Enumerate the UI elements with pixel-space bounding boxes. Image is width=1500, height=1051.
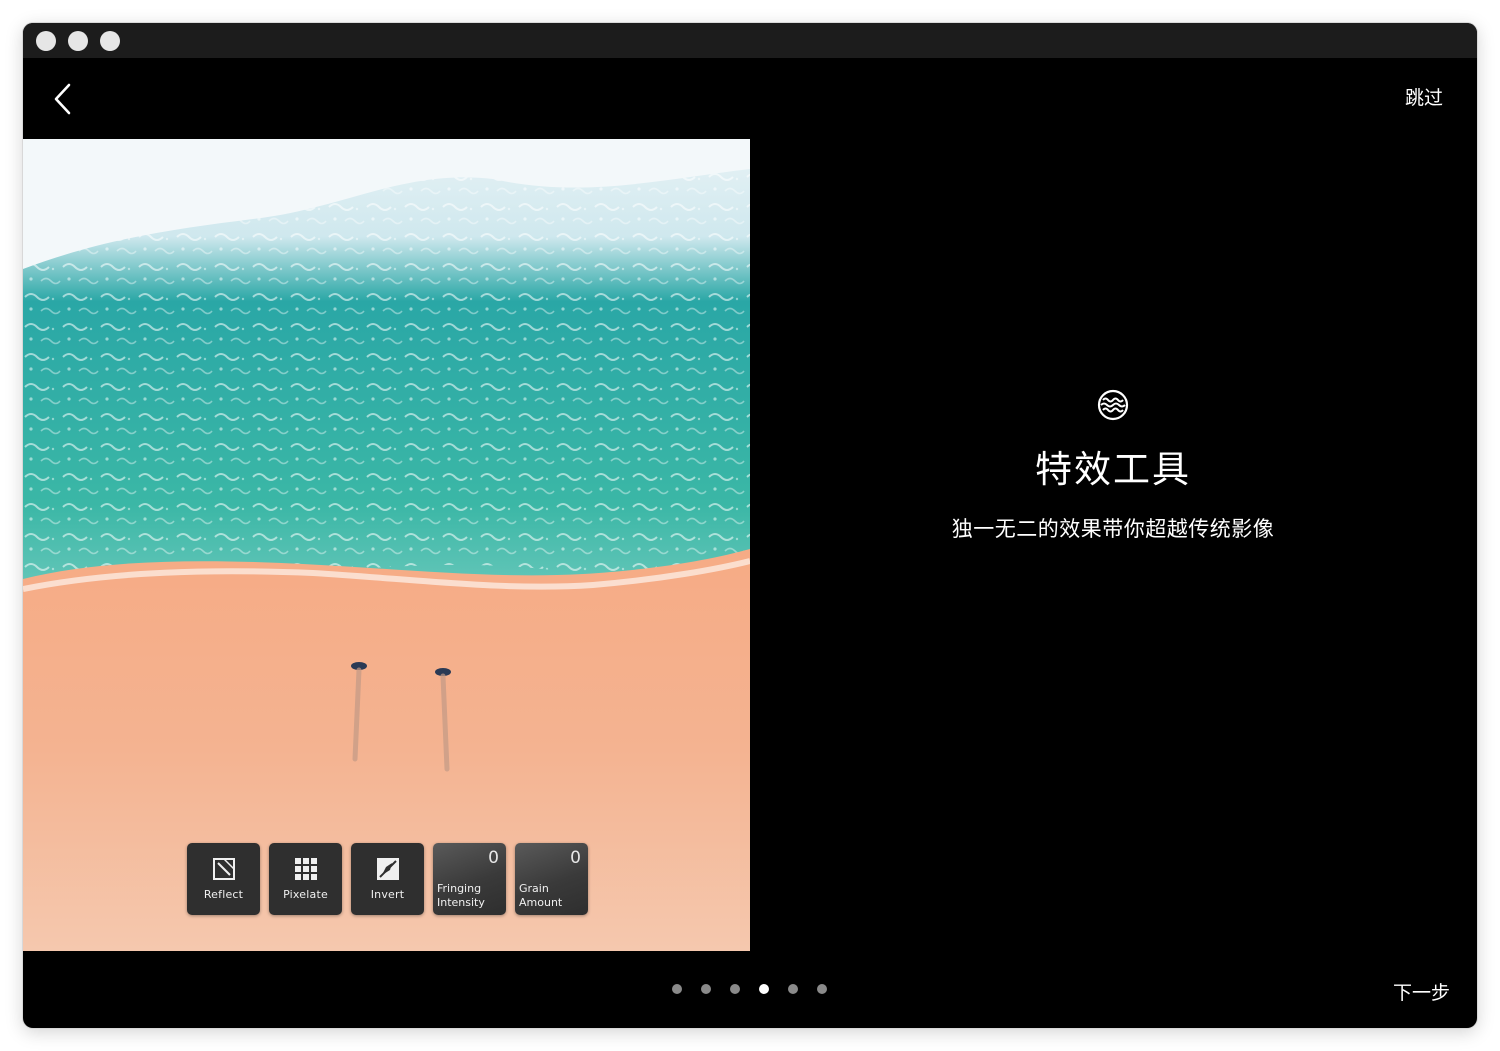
feature-subtitle: 独一无二的效果带你超越传统影像 [951, 517, 1275, 541]
reflect-label: Reflect [203, 888, 244, 901]
page-dot-5[interactable] [788, 984, 798, 994]
fringing-label-line2: Intensity [437, 896, 485, 909]
page-dot-4[interactable] [759, 984, 769, 994]
skip-button[interactable]: 跳过 [1405, 83, 1443, 110]
pixelate-label: Pixelate [283, 888, 328, 901]
grid-icon [294, 858, 317, 880]
fringing-intensity-slider[interactable]: 0 Fringing Intensity [433, 843, 506, 915]
minimize-window-button[interactable] [68, 31, 88, 51]
grain-amount-value: 0 [570, 848, 581, 868]
pixelate-button[interactable]: Pixelate [269, 843, 342, 915]
page-dot-2[interactable] [701, 984, 711, 994]
grain-label-line1: Grain [519, 882, 549, 895]
reflect-button[interactable]: Reflect [187, 843, 260, 915]
page-dot-3[interactable] [730, 984, 740, 994]
zoom-window-button[interactable] [100, 31, 120, 51]
grain-amount-label: Grain Amount [519, 882, 562, 910]
fringing-intensity-label: Fringing Intensity [437, 882, 485, 910]
grain-label-line2: Amount [519, 896, 563, 909]
feature-intro: 特效工具 独一无二的效果带你超越传统影像 [813, 389, 1413, 543]
fringing-intensity-value: 0 [488, 848, 499, 868]
close-window-button[interactable] [36, 31, 56, 51]
title-bar [23, 23, 1477, 58]
sample-photo: Reflect Pixelate Invert 0 Fringing Inten… [23, 139, 750, 951]
invert-icon [376, 858, 399, 880]
onboarding-window: 跳过 Reflect Pixelate Invert 0 Fringing In… [23, 23, 1477, 1028]
reflect-icon [212, 858, 235, 880]
invert-label: Invert [370, 888, 405, 901]
page-dot-6[interactable] [817, 984, 827, 994]
waves-icon [1097, 389, 1129, 421]
back-button[interactable] [49, 81, 79, 117]
fringing-label-line1: Fringing [437, 882, 482, 895]
chevron-left-icon [54, 83, 71, 115]
next-button[interactable]: 下一步 [1393, 978, 1450, 1005]
beach-aerial-photo [23, 139, 750, 951]
grain-amount-slider[interactable]: 0 Grain Amount [515, 843, 588, 915]
page-indicator [672, 984, 827, 994]
page-dot-1[interactable] [672, 984, 682, 994]
feature-title: 特效工具 [1035, 448, 1191, 491]
invert-button[interactable]: Invert [351, 843, 424, 915]
effect-toolbar: Reflect Pixelate Invert 0 Fringing Inten… [187, 843, 588, 915]
